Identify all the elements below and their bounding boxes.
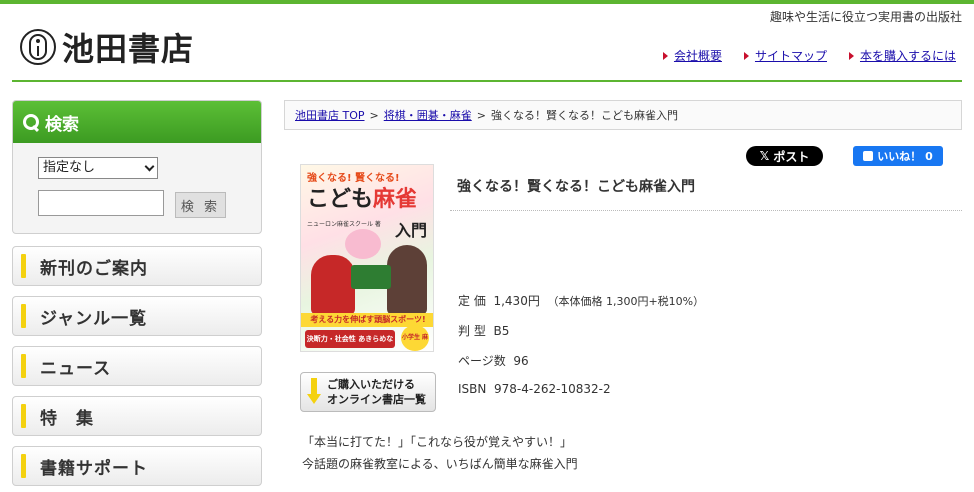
x-logo-icon: 𝕏 (759, 149, 770, 163)
sidebar-item-features[interactable]: 特 集 (12, 396, 262, 436)
sidebar-item-genres[interactable]: ジャンル一覧 (12, 296, 262, 336)
search-header: 検索 (13, 101, 261, 143)
breadcrumb-category[interactable]: 将棋・囲碁・麻雀 (384, 107, 472, 123)
category-select[interactable]: 指定なし (38, 157, 158, 179)
cover-illustration (345, 229, 381, 259)
search-input[interactable] (38, 190, 164, 216)
cover-illustration (311, 255, 355, 315)
triangle-bullet-icon (743, 51, 749, 60)
search-panel: 検索 指定なし 検 索 (12, 100, 262, 234)
arrow-down-icon (307, 378, 321, 406)
search-icon (23, 114, 39, 130)
logo-mark-icon (20, 29, 56, 65)
sidebar-item-new-releases[interactable]: 新刊のご案内 (12, 246, 262, 286)
spec-format: 判 型 B5 (458, 324, 510, 338)
spec-price: 定 価 1,430円 （本体価格 1,300円+税10%） (458, 294, 705, 308)
cover-illustration (351, 265, 391, 289)
cover-illustration (387, 245, 427, 315)
link-company[interactable]: 会社概要 (662, 47, 722, 64)
sidebar-item-book-support[interactable]: 書籍サポート (12, 446, 262, 486)
thumbs-up-icon (863, 151, 874, 161)
menu-bar-icon (21, 254, 26, 278)
logo-text: 池田書店 (62, 30, 195, 68)
spec-isbn: ISBN 978-4-262-10832-2 (458, 382, 611, 396)
header-nav: 会社概要 サイトマップ 本を購入するには (662, 47, 956, 64)
link-sitemap[interactable]: サイトマップ (743, 47, 827, 64)
sidebar-item-news[interactable]: ニュース (12, 346, 262, 386)
book-description-line: 今話題の麻雀教室による、いちばん簡単な麻雀入門 (302, 457, 578, 471)
book-description-line: 「本当に打てた！」「これなら役が覚えやすい！」 (302, 435, 573, 449)
site-logo[interactable]: 池田書店 (20, 24, 194, 70)
title-divider (450, 210, 962, 211)
x-post-button[interactable]: 𝕏 ポスト (746, 146, 823, 166)
triangle-bullet-icon (848, 51, 854, 60)
link-how-to-buy[interactable]: 本を購入するには (848, 47, 956, 64)
triangle-bullet-icon (662, 51, 668, 60)
tagline: 趣味や生活に役立つ実用書の出版社 (769, 10, 962, 24)
breadcrumb-current: 強くなる！賢くなる！こども麻雀入門 (490, 109, 678, 122)
menu-bar-icon (21, 354, 26, 378)
menu-bar-icon (21, 304, 26, 328)
menu-bar-icon (21, 404, 26, 428)
online-stores-button[interactable]: ご購入いただける オンライン書店一覧 (300, 372, 436, 412)
search-title: 検索 (45, 114, 79, 135)
header-divider (12, 80, 962, 82)
book-cover[interactable]: 強くなる! 賢くなる! こども麻雀 入門 ニューロン麻雀スクール 著 考える力を… (300, 164, 434, 352)
spec-pages: ページ数 96 (458, 354, 529, 368)
facebook-like-button[interactable]: いいね！ 0 (853, 146, 943, 166)
breadcrumb: 池田書店 TOP > 将棋・囲碁・麻雀 > 強くなる！賢くなる！こども麻雀入門 (284, 100, 962, 130)
search-button[interactable]: 検 索 (175, 192, 226, 218)
top-accent-bar (0, 0, 974, 4)
chevron-down-icon (144, 161, 155, 172)
book-title: 強くなる！賢くなる！こども麻雀入門 (457, 179, 695, 195)
breadcrumb-home[interactable]: 池田書店 TOP (295, 107, 365, 123)
menu-bar-icon (21, 454, 26, 478)
